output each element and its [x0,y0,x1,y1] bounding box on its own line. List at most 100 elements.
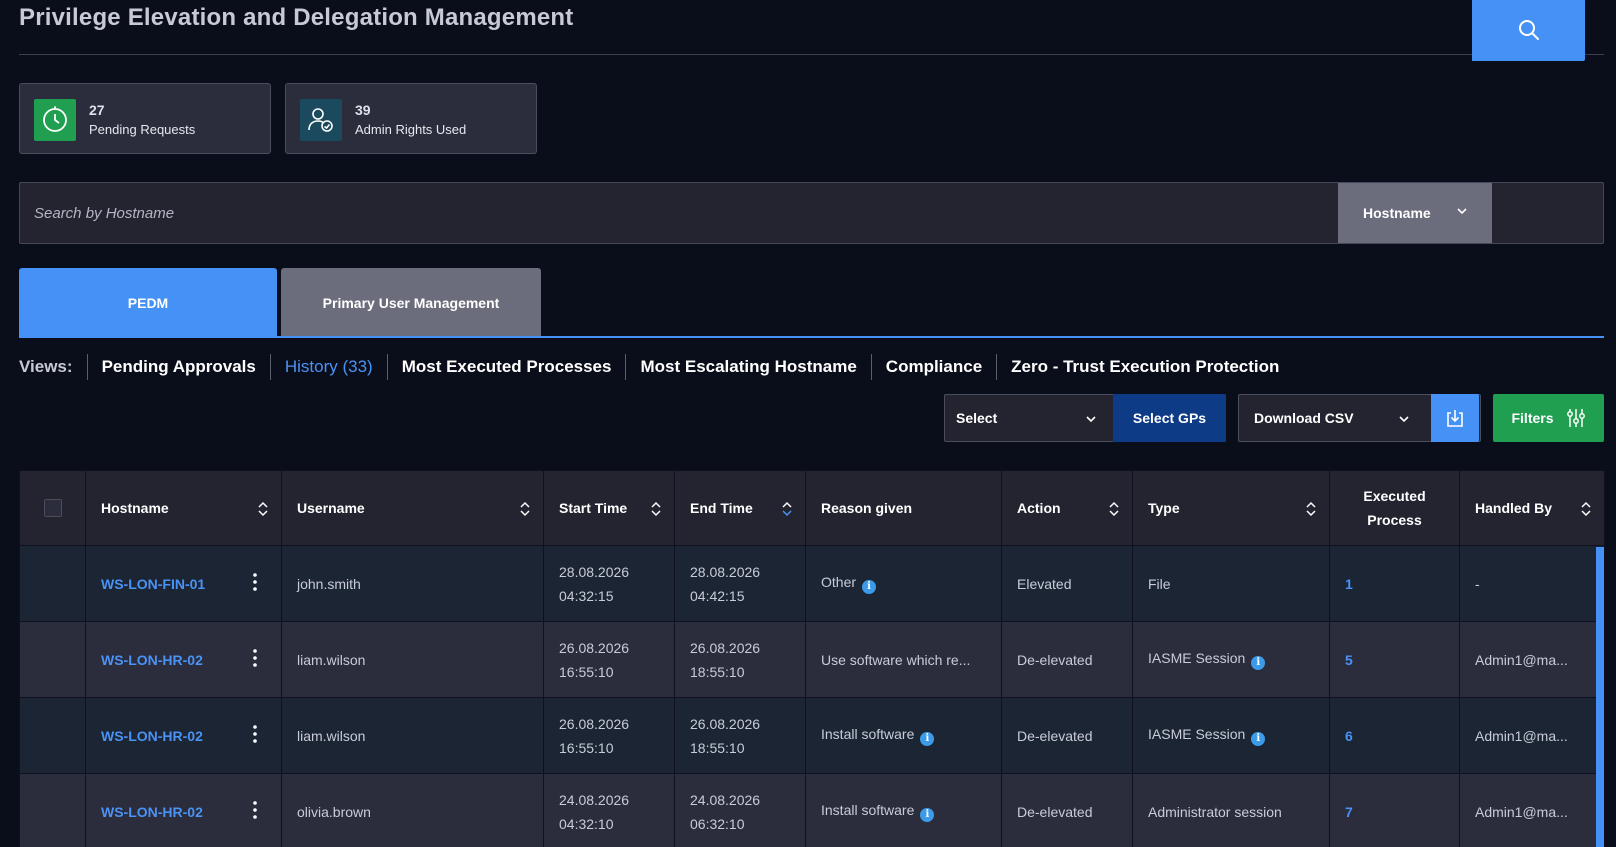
sort-descending-icon[interactable] [781,500,793,518]
action-cell: De-elevated [1001,621,1133,698]
start-time-cell: 26.08.2026 16:55:10 [543,697,675,774]
view-pending-approvals[interactable]: Pending Approvals [86,354,270,380]
tab-pedm[interactable]: PEDM [19,268,277,337]
views-nav: Views: Pending Approvals History (33) Mo… [19,354,1293,380]
info-icon[interactable]: i [862,579,877,594]
column-header-username[interactable]: Username [281,470,544,546]
sort-icon[interactable] [1305,500,1317,518]
view-history[interactable]: History (33) [269,354,387,380]
table-row[interactable]: WS-LON-HR-02 liam.wilson 26.08.2026 16:55… [19,621,1605,698]
end-time-cell: 24.08.2026 06:32:10 [674,773,806,847]
sort-icon[interactable] [519,500,531,518]
filters-button[interactable]: Filters [1493,394,1604,442]
end-time-cell: 26.08.2026 18:55:10 [674,697,806,774]
column-header-start-time[interactable]: Start Time [543,470,675,546]
handled-by-cell: - [1459,545,1605,622]
hostname-cell: WS-LON-HR-02 [85,697,282,774]
more-options-icon[interactable] [253,649,257,667]
row-select-cell[interactable] [19,697,86,774]
type-cell: File [1132,545,1330,622]
view-most-escalating-hostname[interactable]: Most Escalating Hostname [625,354,870,380]
group-select-label: Select [956,410,998,426]
info-icon[interactable]: i [1251,655,1266,670]
reason-text: Install software [821,801,915,818]
pending-requests-card[interactable]: 27 Pending Requests [19,83,271,154]
executed-process-link[interactable]: 6 [1345,728,1353,744]
download-icon [1447,410,1463,427]
select-gps-button[interactable]: Select GPs [1113,394,1226,442]
download-button[interactable] [1431,394,1479,442]
row-select-cell[interactable] [19,545,86,622]
end-time: 04:42:15 [690,587,745,604]
start-time: 16:55:10 [559,663,614,680]
admin-rights-count: 39 [355,102,371,118]
column-header-reason: Reason given [805,470,1002,546]
sort-icon[interactable] [257,500,269,518]
reason-cell: Other i [805,545,1002,622]
info-icon[interactable]: i [920,807,935,822]
column-header-end-time[interactable]: End Time [674,470,806,546]
timer-icon [34,99,76,141]
view-most-executed-processes[interactable]: Most Executed Processes [386,354,626,380]
admin-rights-label: Admin Rights Used [355,122,467,137]
row-select-cell[interactable] [19,773,86,847]
search-button[interactable] [1472,0,1585,61]
hostname-link[interactable]: WS-LON-HR-02 [101,804,203,820]
action-cell: De-elevated [1001,697,1133,774]
column-header-label: Action [1017,500,1061,516]
pending-requests-label: Pending Requests [89,122,196,137]
start-time: 04:32:10 [559,815,614,832]
hostname-link[interactable]: WS-LON-FIN-01 [101,576,205,592]
executed-process-link[interactable]: 7 [1345,804,1353,820]
search-bar: Hostname [19,182,1604,244]
view-compliance[interactable]: Compliance [870,354,996,380]
info-icon[interactable]: i [920,731,935,746]
column-header-label-line1: Executed [1363,488,1426,504]
executed-process-link[interactable]: 5 [1345,652,1353,668]
admin-rights-card[interactable]: 39 Admin Rights Used [285,83,537,154]
sort-icon[interactable] [1108,500,1120,518]
hostname-link[interactable]: WS-LON-HR-02 [101,652,203,668]
column-header-executed-process: Executed Process [1329,470,1460,546]
download-format-dropdown[interactable]: Download CSV [1239,395,1432,441]
scrollbar-thumb[interactable] [1596,547,1604,847]
hostname-cell: WS-LON-HR-02 [85,773,282,847]
sort-icon[interactable] [650,500,662,518]
sliders-icon [1566,409,1585,427]
info-icon[interactable]: i [1251,731,1266,746]
hostname-cell: WS-LON-FIN-01 [85,545,282,622]
handled-by-cell: Admin1@ma... [1459,621,1605,698]
column-header-handled-by[interactable]: Handled By [1459,470,1605,546]
table-row[interactable]: WS-LON-HR-02 liam.wilson 26.08.2026 16:55… [19,697,1605,774]
reason-cell: Install software i [805,697,1002,774]
end-time: 18:55:10 [690,663,745,680]
more-options-icon[interactable] [253,801,257,819]
column-header-type[interactable]: Type [1132,470,1330,546]
end-time: 06:32:10 [690,815,745,832]
row-select-cell[interactable] [19,621,86,698]
chevron-down-icon [1086,416,1096,423]
search-input[interactable] [20,183,1338,243]
username-cell: liam.wilson [281,697,544,774]
executed-process-link[interactable]: 1 [1345,576,1353,592]
column-header-label-line2: Process [1367,512,1422,528]
group-select-dropdown[interactable]: Select [945,395,1113,441]
executed-process-cell: 6 [1329,697,1460,774]
search-field-dropdown[interactable]: Hostname [1338,183,1492,243]
column-header-label: Reason given [821,500,913,516]
select-all-checkbox[interactable] [43,499,62,517]
table-row[interactable]: WS-LON-FIN-01 john.smith 28.08.2026 04:32… [19,545,1605,622]
hostname-link[interactable]: WS-LON-HR-02 [101,728,203,744]
executed-process-cell: 7 [1329,773,1460,847]
table-row[interactable]: WS-LON-HR-02 olivia.brown 24.08.2026 04:3… [19,773,1605,847]
more-options-icon[interactable] [253,725,257,743]
tab-primary-user-management[interactable]: Primary User Management [281,268,541,337]
more-options-icon[interactable] [253,573,257,591]
handled-by-cell: Admin1@ma... [1459,773,1605,847]
column-header-hostname[interactable]: Hostname [85,470,282,546]
sort-icon[interactable] [1580,500,1592,518]
column-header-label: Start Time [559,500,628,516]
end-time-cell: 26.08.2026 18:55:10 [674,621,806,698]
view-zero-trust-execution-protection[interactable]: Zero - Trust Execution Protection [996,354,1293,380]
column-header-action[interactable]: Action [1001,470,1133,546]
